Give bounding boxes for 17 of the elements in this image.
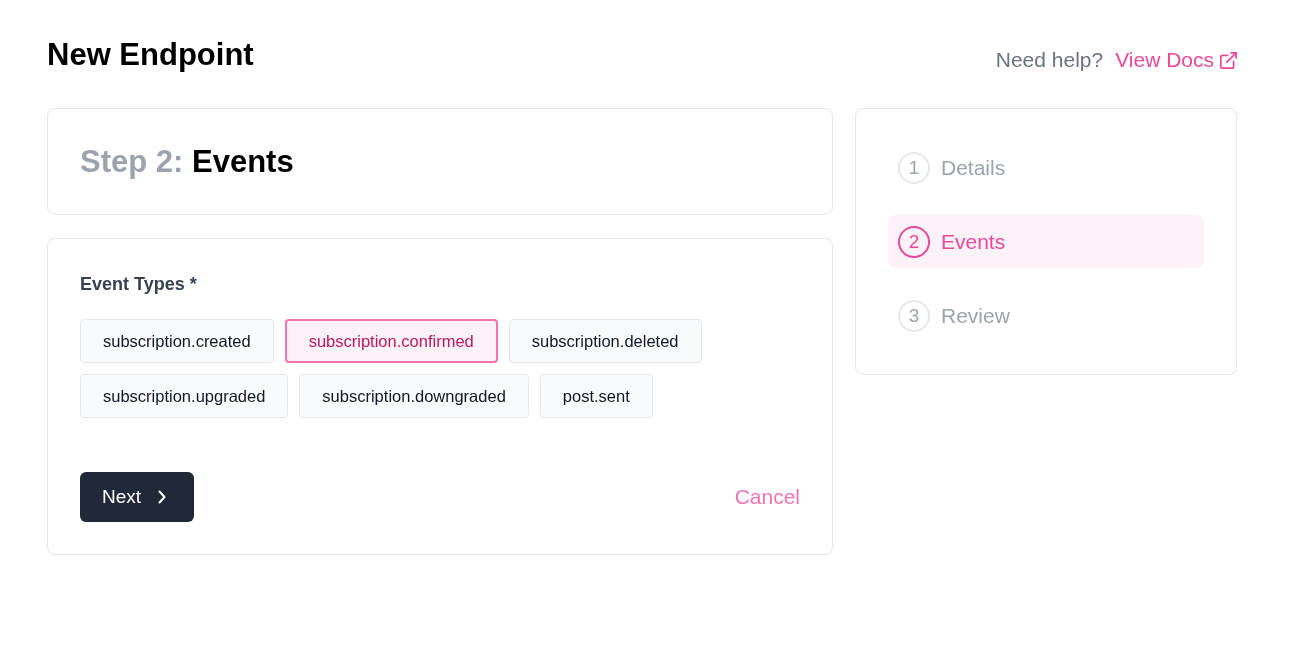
next-button[interactable]: Next (80, 472, 195, 522)
chevron-right-icon (158, 490, 167, 504)
event-chip[interactable]: subscription.confirmed (284, 319, 498, 363)
external-link-icon (1220, 51, 1237, 69)
event-chip[interactable]: subscription.created (80, 319, 274, 363)
event-chip[interactable]: subscription.downgraded (299, 374, 529, 418)
step-number: 3 (898, 299, 930, 332)
help-text: Need help? (995, 47, 1104, 73)
event-chip[interactable]: subscription.deleted (508, 319, 702, 363)
step-number: 1 (898, 151, 930, 184)
step-number: 2 (898, 225, 930, 258)
event-chip[interactable]: post.sent (539, 374, 653, 418)
page-title: New Endpoint (47, 37, 254, 73)
field-label: Event Types * (80, 273, 198, 296)
docs-link[interactable]: View Docs (1115, 46, 1237, 74)
event-chip[interactable]: subscription.upgraded (80, 374, 289, 418)
step-heading: Step 2: Events (80, 142, 294, 181)
